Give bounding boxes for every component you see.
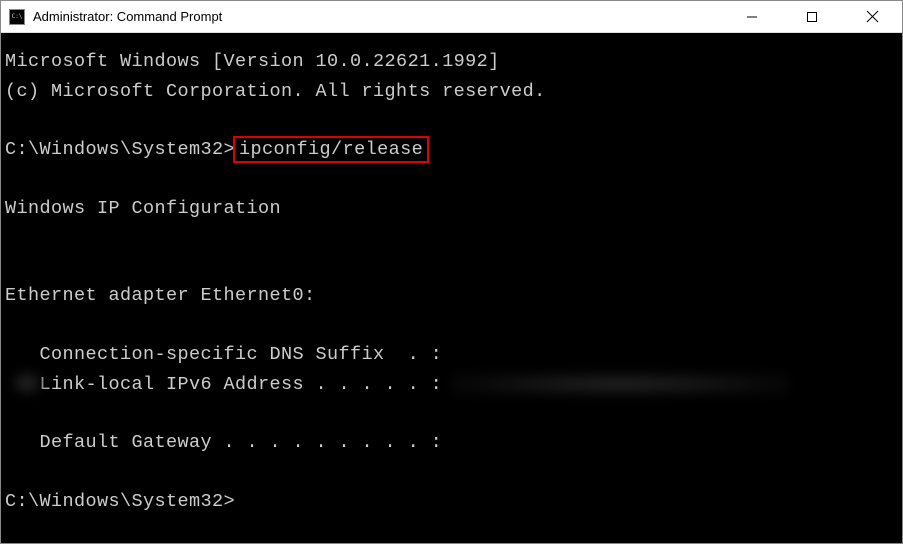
blank <box>5 106 898 135</box>
blur-artifact <box>11 370 43 396</box>
minimize-button[interactable] <box>722 1 782 32</box>
window-title: Administrator: Command Prompt <box>33 9 722 24</box>
prompt-path: C:\Windows\System32> <box>5 491 235 512</box>
cmd-icon <box>9 9 25 25</box>
blank <box>5 223 898 252</box>
copyright-line: (c) Microsoft Corporation. All rights re… <box>5 77 898 107</box>
close-button[interactable] <box>842 1 902 32</box>
ipv6-line: Link-local IPv6 Address . . . . . : <box>5 370 898 400</box>
prompt-line-2: C:\Windows\System32> <box>5 487 898 517</box>
blank <box>5 458 898 487</box>
window-controls <box>722 1 902 32</box>
ipconfig-header: Windows IP Configuration <box>5 194 898 224</box>
blank <box>5 252 898 281</box>
blank <box>5 399 898 428</box>
maximize-button[interactable] <box>782 1 842 32</box>
terminal-output[interactable]: Microsoft Windows [Version 10.0.22621.19… <box>1 33 902 520</box>
dns-suffix-line: Connection-specific DNS Suffix . : <box>5 340 898 370</box>
blank <box>5 311 898 340</box>
adapter-header: Ethernet adapter Ethernet0: <box>5 281 898 311</box>
banner-line: Microsoft Windows [Version 10.0.22621.19… <box>5 47 898 77</box>
command-highlighted: ipconfig/release <box>233 136 429 163</box>
minimize-icon <box>746 11 758 23</box>
blank <box>5 165 898 194</box>
maximize-icon <box>806 11 818 23</box>
ipv6-label: Link-local IPv6 Address . . . . . : <box>5 374 442 395</box>
window-titlebar: Administrator: Command Prompt <box>1 1 902 33</box>
gateway-line: Default Gateway . . . . . . . . . : <box>5 428 898 458</box>
prompt-line-1: C:\Windows\System32>ipconfig/release <box>5 135 898 165</box>
redacted-ipv6-value <box>450 374 790 394</box>
prompt-path: C:\Windows\System32> <box>5 139 235 160</box>
close-icon <box>866 10 879 23</box>
